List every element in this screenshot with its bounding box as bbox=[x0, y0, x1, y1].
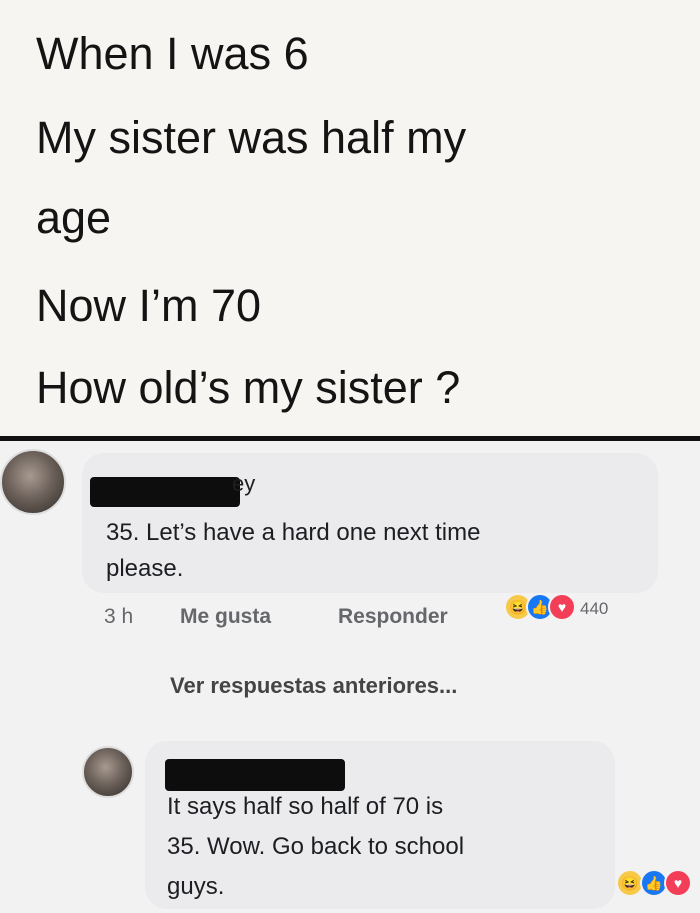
post-line-5: How old’s my sister ? bbox=[36, 362, 461, 413]
reply-text-line-2: 35. Wow. Go back to school bbox=[167, 833, 465, 860]
comment-text-line-1: 35. Let’s have a hard one next time bbox=[106, 519, 481, 546]
love-icon[interactable]: ♥ bbox=[548, 593, 576, 621]
redacted-name bbox=[165, 759, 345, 791]
reply-text-line-3: guys. bbox=[167, 873, 225, 900]
post-line-2: My sister was half my bbox=[36, 112, 467, 163]
avatar[interactable] bbox=[82, 746, 134, 798]
avatar[interactable] bbox=[0, 449, 66, 515]
commenter-name-fragment[interactable]: ey bbox=[232, 471, 255, 497]
view-previous-replies-link[interactable]: Ver respuestas anteriores... bbox=[170, 673, 457, 699]
comment-text-line-2: please. bbox=[106, 555, 184, 582]
comments-section: ey 35. Let’s have a hard one next time p… bbox=[0, 441, 700, 913]
redacted-name bbox=[90, 477, 240, 507]
post-line-3: age bbox=[36, 192, 112, 243]
reply-bubble: It says half so half of 70 is 35. Wow. G… bbox=[145, 741, 615, 909]
reaction-count[interactable]: 440 bbox=[580, 599, 608, 619]
post-line-4: Now I’m 70 bbox=[36, 280, 262, 331]
reply-button[interactable]: Responder bbox=[338, 605, 448, 629]
post-line-1: When I was 6 bbox=[36, 28, 309, 79]
reply-text-line-1: It says half so half of 70 is bbox=[167, 793, 444, 820]
comment-bubble: ey 35. Let’s have a hard one next time p… bbox=[82, 453, 658, 593]
comment-time[interactable]: 3 h bbox=[104, 605, 133, 629]
love-icon[interactable]: ♥ bbox=[664, 869, 692, 897]
like-button[interactable]: Me gusta bbox=[180, 605, 271, 629]
meme-post: When I was 6 My sister was half my age N… bbox=[0, 0, 700, 436]
